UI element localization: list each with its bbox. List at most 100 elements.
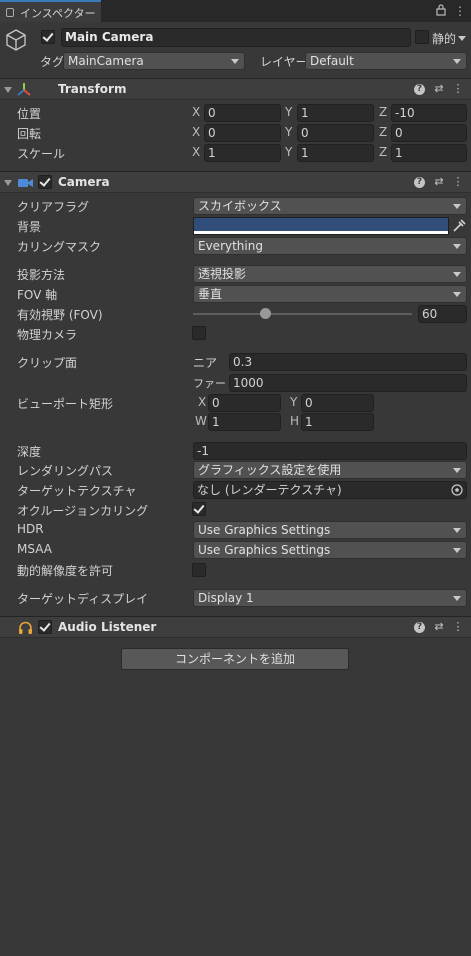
depth-label: 深度 bbox=[17, 445, 42, 459]
object-picker-icon[interactable] bbox=[451, 484, 463, 496]
position-label: 位置 bbox=[17, 107, 42, 121]
chevron-down-icon bbox=[453, 272, 461, 277]
fov-slider-track[interactable] bbox=[193, 313, 412, 315]
scale-z-field[interactable]: 1 bbox=[391, 144, 467, 162]
scale-y-label[interactable]: Y bbox=[285, 145, 292, 159]
dynamic-resolution-checkbox[interactable] bbox=[192, 563, 206, 577]
near-field[interactable]: 0.3 bbox=[229, 353, 467, 371]
background-label: 背景 bbox=[17, 220, 42, 234]
target-display-dropdown[interactable]: Display 1 bbox=[193, 589, 467, 607]
msaa-label: MSAA bbox=[17, 542, 52, 556]
clear-flags-label: クリアフラグ bbox=[17, 200, 90, 214]
more-options-icon[interactable]: ⋮ bbox=[452, 621, 464, 633]
presets-icon[interactable]: ⇄ bbox=[433, 621, 445, 633]
clear-flags-dropdown[interactable]: スカイボックス bbox=[193, 197, 467, 215]
projection-dropdown[interactable]: 透視投影 bbox=[193, 265, 467, 283]
rendering-path-dropdown[interactable]: グラフィックス設定を使用 bbox=[193, 461, 467, 479]
near-label: ニア bbox=[193, 356, 218, 370]
tab-bar: インスペクター ⋮ bbox=[0, 0, 471, 22]
position-y-field[interactable]: 1 bbox=[297, 104, 374, 122]
lock-icon[interactable] bbox=[436, 4, 446, 16]
chevron-down-icon bbox=[453, 528, 461, 533]
viewport-h-label[interactable]: H bbox=[290, 414, 299, 428]
viewport-y-label[interactable]: Y bbox=[290, 395, 297, 409]
chevron-down-icon bbox=[453, 244, 461, 249]
culling-mask-dropdown[interactable]: Everything bbox=[193, 237, 467, 255]
physical-camera-checkbox[interactable] bbox=[192, 326, 206, 340]
inspector-icon bbox=[6, 8, 14, 17]
audio-listener-header[interactable]: Audio Listener ? ⇄ ⋮ bbox=[0, 616, 471, 638]
presets-icon[interactable]: ⇄ bbox=[433, 83, 445, 95]
fov-axis-label: FOV 軸 bbox=[17, 288, 58, 302]
add-component-button[interactable]: コンポーネントを追加 bbox=[121, 648, 349, 670]
fov-slider-handle[interactable] bbox=[260, 308, 272, 319]
occlusion-culling-checkbox[interactable] bbox=[192, 502, 206, 516]
gameobject-name-field[interactable]: Main Camera bbox=[61, 28, 411, 47]
chevron-down-icon bbox=[453, 59, 461, 64]
fov-axis-dropdown[interactable]: 垂直 bbox=[193, 285, 467, 303]
position-x-field[interactable]: 0 bbox=[204, 104, 281, 122]
gameobject-active-checkbox[interactable] bbox=[41, 30, 55, 44]
layer-value: Default bbox=[310, 54, 354, 68]
rotation-z-label[interactable]: Z bbox=[379, 125, 387, 139]
tab-menu-icon[interactable]: ⋮ bbox=[454, 5, 466, 17]
rotation-x-label[interactable]: X bbox=[192, 125, 200, 139]
presets-icon[interactable]: ⇄ bbox=[433, 176, 445, 188]
fov-value-field[interactable]: 60 bbox=[418, 305, 467, 323]
target-texture-field[interactable]: なし (レンダーテクスチャ) bbox=[193, 481, 467, 499]
layer-dropdown[interactable]: Default bbox=[305, 52, 467, 70]
rotation-y-label[interactable]: Y bbox=[285, 125, 292, 139]
eyedropper-icon[interactable] bbox=[451, 218, 466, 234]
rendering-path-value: グラフィックス設定を使用 bbox=[198, 463, 342, 477]
viewport-w-label[interactable]: W bbox=[195, 414, 207, 428]
physical-camera-label: 物理カメラ bbox=[17, 328, 78, 342]
position-z-field[interactable]: -10 bbox=[391, 104, 467, 122]
chevron-down-icon bbox=[231, 59, 239, 64]
position-x-label[interactable]: X bbox=[192, 105, 200, 119]
help-icon[interactable]: ? bbox=[414, 84, 425, 95]
foldout-icon[interactable] bbox=[4, 87, 12, 93]
chevron-down-icon bbox=[453, 204, 461, 209]
viewport-x-field[interactable]: 0 bbox=[208, 394, 281, 412]
audio-listener-enabled-checkbox[interactable] bbox=[38, 620, 52, 634]
camera-header[interactable]: Camera ? ⇄ ⋮ bbox=[0, 171, 471, 193]
foldout-icon[interactable] bbox=[4, 180, 12, 186]
tag-dropdown[interactable]: MainCamera bbox=[63, 52, 245, 70]
hdr-dropdown[interactable]: Use Graphics Settings bbox=[193, 521, 467, 539]
occlusion-culling-label: オクルージョンカリング bbox=[17, 504, 149, 518]
transform-icon bbox=[17, 83, 31, 96]
scale-x-label[interactable]: X bbox=[192, 145, 200, 159]
static-checkbox[interactable] bbox=[415, 30, 429, 44]
rotation-x-field[interactable]: 0 bbox=[204, 124, 281, 142]
viewport-w-field[interactable]: 1 bbox=[208, 413, 281, 431]
transform-header[interactable]: Transform ? ⇄ ⋮ bbox=[0, 78, 471, 100]
far-field[interactable]: 1000 bbox=[229, 374, 467, 392]
camera-enabled-checkbox[interactable] bbox=[38, 175, 52, 189]
msaa-value: Use Graphics Settings bbox=[198, 543, 331, 557]
rotation-z-field[interactable]: 0 bbox=[391, 124, 467, 142]
chevron-down-icon bbox=[453, 292, 461, 297]
scale-z-label[interactable]: Z bbox=[379, 145, 387, 159]
more-options-icon[interactable]: ⋮ bbox=[452, 176, 464, 188]
transform-title: Transform bbox=[58, 82, 127, 96]
help-icon[interactable]: ? bbox=[414, 177, 425, 188]
inspector-tab[interactable]: インスペクター bbox=[0, 0, 101, 22]
scale-y-field[interactable]: 1 bbox=[297, 144, 374, 162]
background-color-swatch[interactable] bbox=[193, 217, 449, 235]
static-dropdown-arrow-icon[interactable] bbox=[458, 36, 466, 41]
viewport-h-field[interactable]: 1 bbox=[301, 413, 374, 431]
position-y-label[interactable]: Y bbox=[285, 105, 292, 119]
target-texture-value: なし (レンダーテクスチャ) bbox=[197, 483, 342, 497]
rendering-path-label: レンダリングパス bbox=[17, 464, 114, 478]
help-icon[interactable]: ? bbox=[414, 622, 425, 633]
position-z-label[interactable]: Z bbox=[379, 105, 387, 119]
msaa-dropdown[interactable]: Use Graphics Settings bbox=[193, 541, 467, 559]
depth-field[interactable]: -1 bbox=[193, 442, 467, 460]
culling-mask-value: Everything bbox=[198, 239, 263, 253]
more-options-icon[interactable]: ⋮ bbox=[452, 83, 464, 95]
rotation-y-field[interactable]: 0 bbox=[297, 124, 374, 142]
scale-x-field[interactable]: 1 bbox=[204, 144, 281, 162]
viewport-x-label[interactable]: X bbox=[198, 395, 206, 409]
viewport-y-field[interactable]: 0 bbox=[301, 394, 374, 412]
target-display-label: ターゲットディスプレイ bbox=[17, 592, 149, 606]
